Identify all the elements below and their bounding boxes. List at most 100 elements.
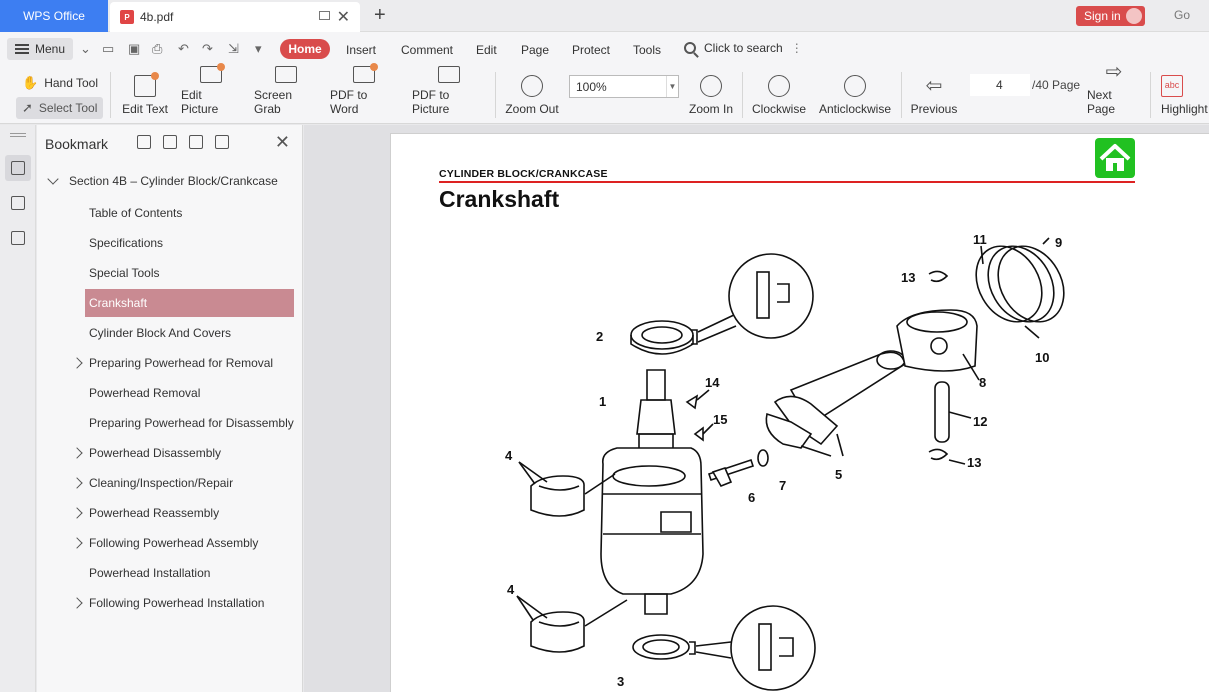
bookmark-item-preparing-disassembly[interactable]: Preparing Powerhead for Disassembly <box>85 409 294 437</box>
toolbar-divider <box>901 72 902 118</box>
chevron-right-icon[interactable] <box>71 597 83 609</box>
previous-page-button[interactable]: ⇦ Previous <box>910 66 958 124</box>
undo-icon[interactable]: ↶ <box>178 41 189 57</box>
go-label: Go <box>1174 8 1191 22</box>
bookmark-item-table-of-contents[interactable]: Table of Contents <box>85 199 294 227</box>
bookmark-item-label: Following Powerhead Assembly <box>89 536 259 550</box>
thumbnail-panel-button[interactable] <box>5 190 31 216</box>
edit-picture-icon <box>200 63 225 83</box>
rotate-anticlockwise-button[interactable]: Anticlockwise <box>819 66 891 124</box>
menu-dropdown-icon[interactable]: ⌄ <box>80 41 91 57</box>
export-icon[interactable]: ⇲ <box>228 41 239 57</box>
zoom-level-select[interactable]: 100% ▼ <box>569 75 679 98</box>
bookmark-item-label: Powerhead Disassembly <box>89 446 222 460</box>
tab-tools[interactable]: Tools <box>633 43 661 57</box>
tab-protect[interactable]: Protect <box>572 43 610 57</box>
app-tab-wps-office[interactable]: WPS Office <box>0 0 108 32</box>
add-bookmark-icon[interactable] <box>189 135 203 149</box>
zoom-in-button[interactable]: Zoom In <box>688 66 734 124</box>
bookmark-item-preparing-powerhead-removal[interactable]: Preparing Powerhead for Removal <box>71 349 294 377</box>
print-icon[interactable]: ⎙ <box>152 41 162 57</box>
zoom-out-button[interactable]: Zoom Out <box>504 66 560 124</box>
bookmark-item-label: Powerhead Removal <box>89 386 201 400</box>
bookmark-item-special-tools[interactable]: Special Tools <box>85 259 294 287</box>
pdf-to-word-label: PDF to Word <box>330 88 368 116</box>
save-icon[interactable]: ▣ <box>128 41 140 57</box>
tab-home[interactable]: Home <box>280 39 330 59</box>
chevron-down-icon[interactable]: ▼ <box>666 76 678 97</box>
rotate-clockwise-button[interactable]: Clockwise <box>752 66 806 124</box>
bookmark-item-following-assembly[interactable]: Following Powerhead Assembly <box>71 529 294 557</box>
search-box[interactable]: Click to search ⋮ <box>684 41 803 55</box>
document-viewport[interactable]: CYLINDER BLOCK/CRANKCASE Crankshaft 2 1 … <box>304 125 1209 692</box>
redo-icon[interactable]: ↷ <box>202 41 213 57</box>
expand-all-icon[interactable] <box>137 135 151 149</box>
tab-comment[interactable]: Comment <box>401 43 453 57</box>
menu-label: Menu <box>35 42 66 56</box>
new-tab-plus-icon[interactable]: + <box>374 4 386 27</box>
chevron-right-icon[interactable] <box>71 537 83 549</box>
bookmark-item-powerhead-installation[interactable]: Powerhead Installation <box>85 559 294 587</box>
chevron-down-icon[interactable] <box>47 173 59 185</box>
quick-access-dropdown-icon[interactable]: ▾ <box>255 41 262 57</box>
bookmark-item-crankshaft[interactable]: Crankshaft <box>85 289 294 317</box>
search-label: Click to search <box>704 41 783 55</box>
next-page-button[interactable]: ⇨ Next Page <box>1087 61 1141 124</box>
title-bar: WPS Office P 4b.pdf ✕ + Sign in Go <box>0 0 1209 32</box>
bookmark-panel-button[interactable] <box>5 155 31 181</box>
callout-14: 14 <box>705 375 720 390</box>
chevron-right-icon[interactable] <box>71 447 83 459</box>
screen-grab-icon <box>275 66 297 83</box>
go-button[interactable]: Go <box>1174 8 1190 22</box>
bookmark-item-powerhead-reassembly[interactable]: Powerhead Reassembly <box>71 499 294 527</box>
bookmark-root[interactable]: Section 4B – Cylinder Block/Crankcase <box>47 173 278 188</box>
callout-1: 1 <box>599 394 606 409</box>
tab-insert[interactable]: Insert <box>346 43 376 57</box>
chevron-right-icon[interactable] <box>71 507 83 519</box>
bookmark-item-following-installation[interactable]: Following Powerhead Installation <box>71 589 294 617</box>
bookmark-item-specifications[interactable]: Specifications <box>85 229 294 257</box>
menu-button[interactable]: Menu <box>7 38 73 60</box>
sign-in-button[interactable]: Sign in <box>1076 6 1145 26</box>
callout-8: 8 <box>979 375 986 390</box>
bookmark-settings-icon[interactable] <box>215 135 229 149</box>
open-folder-icon[interactable]: ▭ <box>102 41 114 57</box>
bookmark-item-cylinder-block[interactable]: Cylinder Block And Covers <box>85 319 294 347</box>
tab-edit[interactable]: Edit <box>476 43 497 57</box>
close-panel-icon[interactable]: ✕ <box>275 132 290 153</box>
chevron-right-icon[interactable] <box>71 357 83 369</box>
page-number-input[interactable]: 4 <box>970 74 1030 96</box>
more-options-icon[interactable]: ⋮ <box>791 41 803 55</box>
bookmark-item-powerhead-disassembly[interactable]: Powerhead Disassembly <box>71 439 294 467</box>
float-window-icon[interactable] <box>319 11 330 20</box>
cursor-arrow-icon: ➚ <box>22 100 33 115</box>
screen-grab-label: Screen Grab <box>254 88 293 116</box>
search-icon <box>684 42 696 54</box>
hand-tool-button[interactable]: ✋ Hand Tool <box>16 72 104 94</box>
callout-13-upper: 13 <box>901 270 915 285</box>
highlight-button[interactable]: abc Highlight <box>1161 66 1209 124</box>
signature-panel-button[interactable] <box>5 225 31 251</box>
pdf-to-word-icon <box>353 63 378 83</box>
collapse-all-icon[interactable] <box>163 135 177 149</box>
document-tab[interactable]: P 4b.pdf ✕ <box>110 2 360 32</box>
edit-text-button[interactable]: Edit Text <box>122 66 168 124</box>
hand-tool-label: Hand Tool <box>44 76 99 90</box>
arrow-left-icon: ⇦ <box>925 75 943 97</box>
bookmark-root-label: Section 4B – Cylinder Block/Crankcase <box>69 174 278 188</box>
toolbar-divider <box>742 72 743 118</box>
chevron-right-icon[interactable] <box>71 477 83 489</box>
arrow-right-icon: ⇨ <box>1105 61 1123 83</box>
edit-picture-button[interactable]: Edit Picture <box>181 63 241 124</box>
clockwise-label: Clockwise <box>752 102 807 116</box>
panel-grip-icon[interactable] <box>10 133 26 137</box>
pdf-to-picture-button[interactable]: PDF to Picture <box>412 66 486 124</box>
select-tool-button[interactable]: ➚ Select Tool <box>16 97 104 119</box>
screen-grab-button[interactable]: Screen Grab <box>254 66 318 124</box>
bookmark-item-cleaning-inspection-repair[interactable]: Cleaning/Inspection/Repair <box>71 469 294 497</box>
tab-page[interactable]: Page <box>521 43 549 57</box>
pdf-to-word-button[interactable]: PDF to Word <box>330 63 398 124</box>
signature-icon <box>11 231 25 245</box>
close-tab-icon[interactable]: ✕ <box>337 7 350 27</box>
bookmark-item-powerhead-removal[interactable]: Powerhead Removal <box>85 379 294 407</box>
